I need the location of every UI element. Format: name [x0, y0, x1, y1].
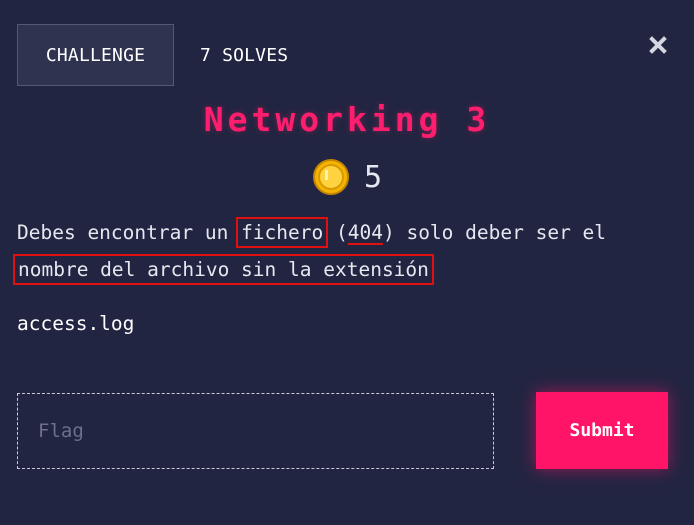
- description-text: ) solo deber ser el: [382, 221, 607, 244]
- description-text: Debes encontrar un: [17, 221, 241, 244]
- close-icon[interactable]: [649, 36, 667, 54]
- modal-tabs: CHALLENGE 7 SOLVES: [17, 24, 314, 86]
- challenge-file-name: access.log: [17, 312, 135, 335]
- submit-button[interactable]: Submit: [536, 392, 668, 469]
- description-highlight-fichero: fichero: [236, 217, 329, 248]
- description-highlight-404: 404: [347, 221, 383, 244]
- tab-challenge[interactable]: CHALLENGE: [17, 24, 174, 86]
- description-highlight-nombre: nombre del archivo sin la extensión: [13, 254, 434, 285]
- challenge-value-row: 5: [0, 158, 694, 196]
- tab-solves[interactable]: 7 SOLVES: [174, 24, 314, 86]
- coin-icon: [312, 159, 349, 195]
- challenge-title: Networking 3: [203, 100, 491, 139]
- flag-input[interactable]: [17, 393, 494, 469]
- challenge-points: 5: [363, 159, 383, 195]
- description-text: (: [324, 221, 348, 244]
- challenge-description: Debes encontrar un fichero (404) solo de…: [13, 214, 677, 288]
